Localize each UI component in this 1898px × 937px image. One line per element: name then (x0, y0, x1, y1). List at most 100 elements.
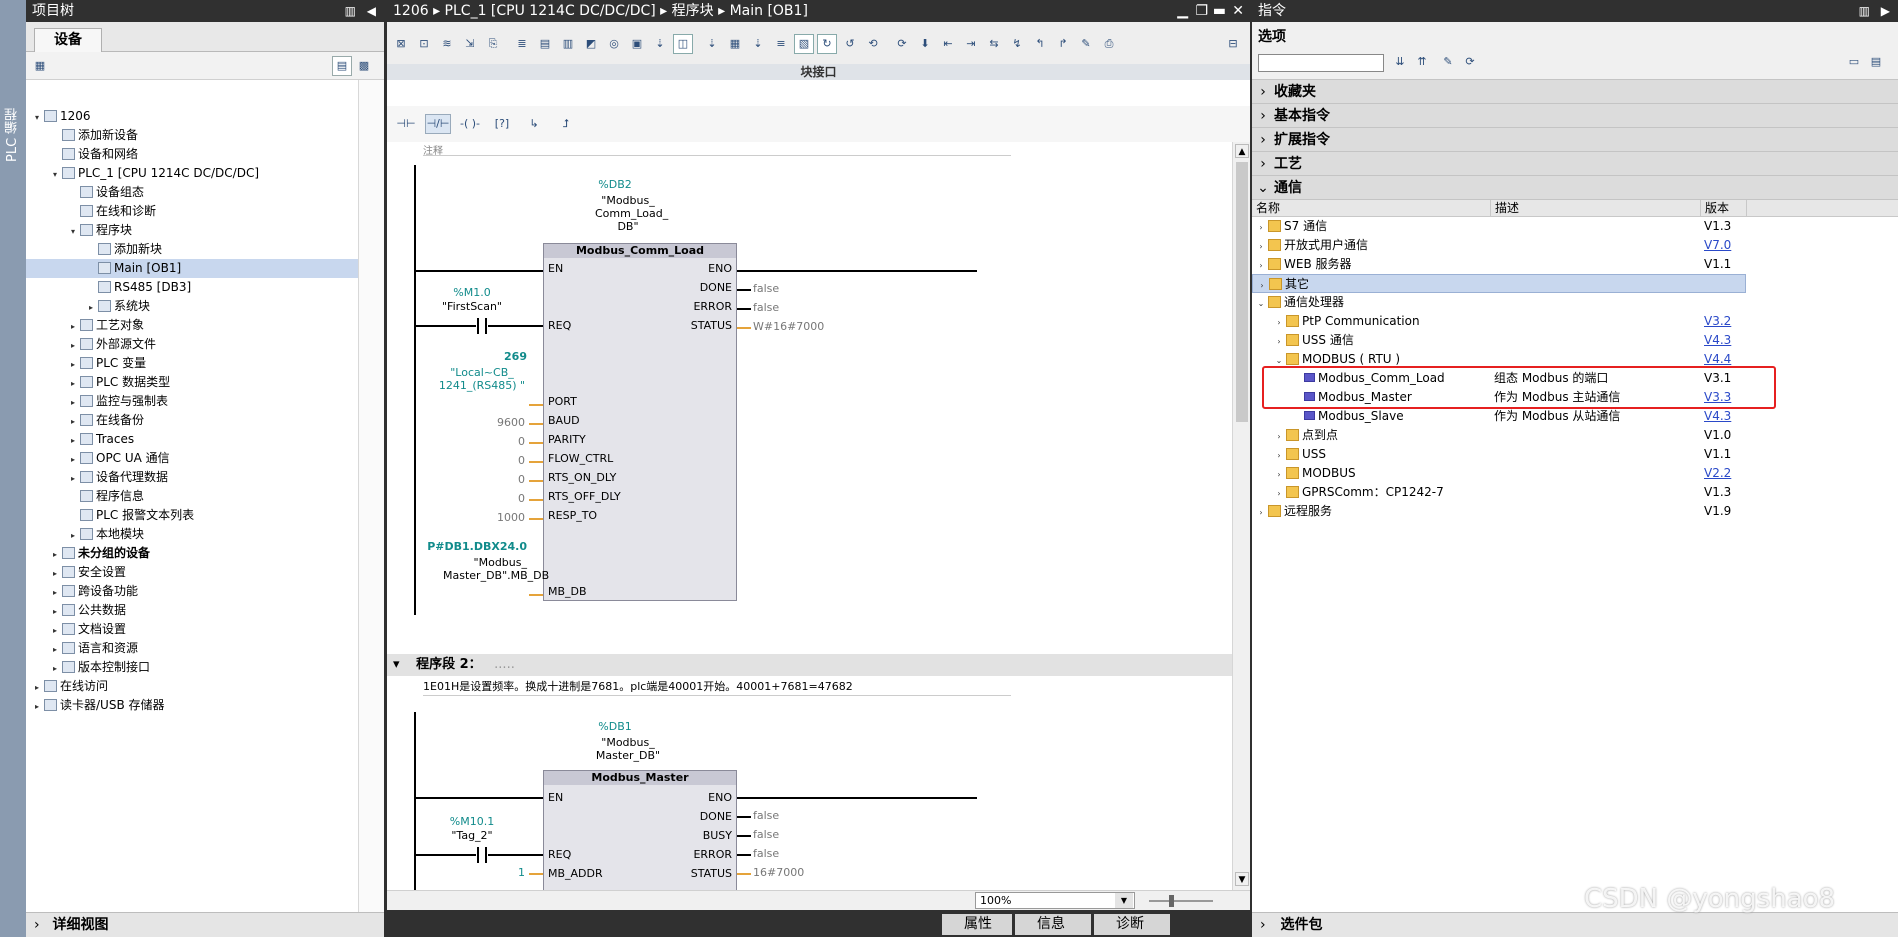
toolbar-tool-icon[interactable]: ◎ (604, 34, 624, 54)
tree-item[interactable]: ▸ 安全设置 (26, 563, 358, 582)
instruction-row[interactable]: › 点到点 V1.0 (1252, 426, 1746, 445)
nc-contact-icon[interactable]: ⊣/⊢ (425, 114, 451, 134)
mbdb-tag-1[interactable]: "Modbus_ Master_DB".MB_DB (443, 556, 549, 582)
favorites-add-icon[interactable]: ✎ (1438, 52, 1458, 72)
toolbar-tool-icon[interactable]: ▥ (558, 34, 578, 54)
tree-item[interactable]: 程序信息 (26, 487, 358, 506)
expand-icon[interactable]: › (1256, 256, 1266, 275)
block-modbus-master[interactable]: Modbus_Master EN ENO DONE BUSY ERROR STA… (543, 770, 737, 890)
tree-item[interactable]: ▸ 系统块 (26, 297, 358, 316)
minimize-icon[interactable]: ▁ (1177, 0, 1188, 22)
instruction-version[interactable]: V7.0 (1704, 236, 1731, 255)
contact-bar-a-2[interactable] (477, 847, 479, 863)
search-up-icon[interactable]: ⇈ (1412, 52, 1432, 72)
maximize-icon[interactable]: ▬ (1213, 0, 1226, 22)
instruction-row[interactable]: › WEB 服务器 V1.1 (1252, 255, 1746, 274)
ladder-canvas[interactable]: 注释 %M1.0 "FirstScan" %DB2 "Modbus_ Comm_… (387, 142, 1232, 890)
req-address-1[interactable]: %M1.0 (435, 286, 509, 299)
tab-diagnostics[interactable]: 诊断 (1094, 914, 1170, 935)
tab-devices[interactable]: 设备 (34, 28, 102, 52)
toolbar-tool-icon[interactable]: ✎ (1076, 34, 1096, 54)
mbdb-address-1[interactable]: P#DB1.DBX24.0 (427, 540, 527, 553)
tree-item[interactable]: 添加新块 (26, 240, 358, 259)
block-modbus-comm-load[interactable]: Modbus_Comm_Load EN ENO DONE ERROR STATU… (543, 243, 737, 601)
tree-item[interactable]: ▸ 版本控制接口 (26, 658, 358, 677)
tab-info[interactable]: 信息 (1015, 914, 1091, 935)
tree-item[interactable]: ▾ 程序块 (26, 221, 358, 240)
tree-item[interactable]: ▸ 公共数据 (26, 601, 358, 620)
expand-icon[interactable]: ▸ (50, 583, 60, 602)
toolbar-tool-icon[interactable]: ⇆ (984, 34, 1004, 54)
scroll-up-icon[interactable]: ▲ (1235, 144, 1249, 158)
tree-item[interactable]: ▸ 文档设置 (26, 620, 358, 639)
expand-icon[interactable]: › (1274, 332, 1284, 351)
instruction-version[interactable]: V4.3 (1704, 331, 1731, 350)
tree-item[interactable]: RS485 [DB3] (26, 278, 358, 297)
expand-icon[interactable]: › (1256, 237, 1266, 256)
tree-item[interactable]: ▸ 外部源文件 (26, 335, 358, 354)
instruction-row[interactable]: › S7 通信 V1.3 (1252, 217, 1746, 236)
expand-icon[interactable]: ▸ (50, 545, 60, 564)
toolbar-tool-icon[interactable]: ⎙ (1099, 34, 1119, 54)
expand-icon[interactable]: ▸ (32, 678, 42, 697)
chevron-down-icon[interactable]: ▾ (387, 657, 400, 672)
tree-item[interactable]: ▾ 1206 (26, 107, 358, 126)
expand-icon[interactable]: ▸ (68, 374, 78, 393)
req-tag-1[interactable]: "FirstScan" (425, 300, 519, 313)
tree-item[interactable]: ▸ 语言和资源 (26, 639, 358, 658)
port-tag-1[interactable]: "Local~CB_ 1241_(RS485) " (437, 366, 527, 392)
empty-box-icon[interactable]: [?] (489, 114, 515, 134)
instruction-row[interactable]: › 远程服务 V1.9 (1252, 502, 1746, 521)
instance-db-1[interactable]: %DB2 (565, 178, 665, 191)
expand-icon[interactable]: ▸ (68, 431, 78, 450)
expand-icon[interactable]: › (1274, 484, 1284, 503)
tree-item[interactable]: ▸ 监控与强制表 (26, 392, 358, 411)
zoom-dropdown-icon[interactable]: ▼ (1115, 893, 1133, 908)
instruction-row[interactable]: › GPRSComm：CP1242-7 V1.3 (1252, 483, 1746, 502)
close-branch-icon[interactable]: ⮥ (553, 114, 579, 134)
tab-properties[interactable]: 属性 (942, 914, 1012, 935)
toolbar-tool-icon[interactable]: ≣ (512, 34, 532, 54)
expand-icon[interactable]: › (1274, 446, 1284, 465)
toolbar-tool-icon[interactable]: ↱ (1053, 34, 1073, 54)
tree-item[interactable]: 设备和网络 (26, 145, 358, 164)
instance-name-1[interactable]: "Modbus_ Comm_Load_ DB" (595, 194, 668, 233)
instruction-row[interactable]: › PtP Communication V3.2 (1252, 312, 1746, 331)
table-view-icon[interactable]: ▩ (354, 56, 374, 76)
toolbar-tool-icon[interactable]: ▤ (535, 34, 555, 54)
options-package-bar[interactable]: › 选件包 (1252, 912, 1898, 937)
expand-icon[interactable]: ▸ (50, 621, 60, 640)
coil-icon[interactable]: -( )- (457, 114, 483, 134)
rtsoff-value-1[interactable]: 0 (467, 492, 525, 505)
rtson-value-1[interactable]: 0 (467, 473, 525, 486)
pin-icon[interactable]: ▥ (345, 0, 356, 22)
scroll-down-icon[interactable]: ▼ (1235, 872, 1249, 886)
search-down-icon[interactable]: ⇊ (1390, 52, 1410, 72)
tree-item[interactable]: ▸ 本地模块 (26, 525, 358, 544)
instruction-row[interactable]: › USS 通信 V4.3 (1252, 331, 1746, 350)
toolbar-tool-icon[interactable]: ⇲ (460, 34, 480, 54)
expand-icon[interactable]: ▸ (50, 602, 60, 621)
toolbar-tool-icon[interactable]: ◩ (581, 34, 601, 54)
section-3[interactable]: › 工艺 (1252, 152, 1898, 176)
contact-bar-b-2[interactable] (485, 847, 487, 863)
toolbar-tool-icon[interactable]: ⬇ (915, 34, 935, 54)
resp-value-1[interactable]: 1000 (467, 511, 525, 524)
toolbar-tool-icon[interactable]: ≡ (771, 34, 791, 54)
tree-item[interactable]: ▸ OPC UA 通信 (26, 449, 358, 468)
toolbar-tool-icon[interactable]: ⇤ (938, 34, 958, 54)
expand-icon[interactable]: ▸ (50, 564, 60, 583)
network2-comment[interactable]: 1E01H是设置频率。换成十进制是7681。plc端是40001开始。40001… (423, 678, 1011, 696)
expand-icon[interactable]: ▾ (68, 222, 78, 241)
toolbar-tool-icon[interactable]: ⟲ (863, 34, 883, 54)
tree-item[interactable]: ▸ 设备代理数据 (26, 468, 358, 487)
instance-db-2[interactable]: %DB1 (565, 720, 665, 733)
instance-name-2[interactable]: "Modbus_ Master_DB" (595, 736, 661, 762)
expand-icon[interactable]: ▾ (32, 108, 42, 127)
details-view-bar[interactable]: › 详细视图 (26, 912, 384, 937)
tree-item[interactable]: ▸ 跨设备功能 (26, 582, 358, 601)
toolbar-tool-icon[interactable]: ⊡ (414, 34, 434, 54)
tree-item[interactable]: Main [OB1] (26, 259, 358, 278)
tree-item[interactable]: ▸ 在线访问 (26, 677, 358, 696)
toolbar-tool-icon[interactable]: ⎘ (483, 34, 503, 54)
